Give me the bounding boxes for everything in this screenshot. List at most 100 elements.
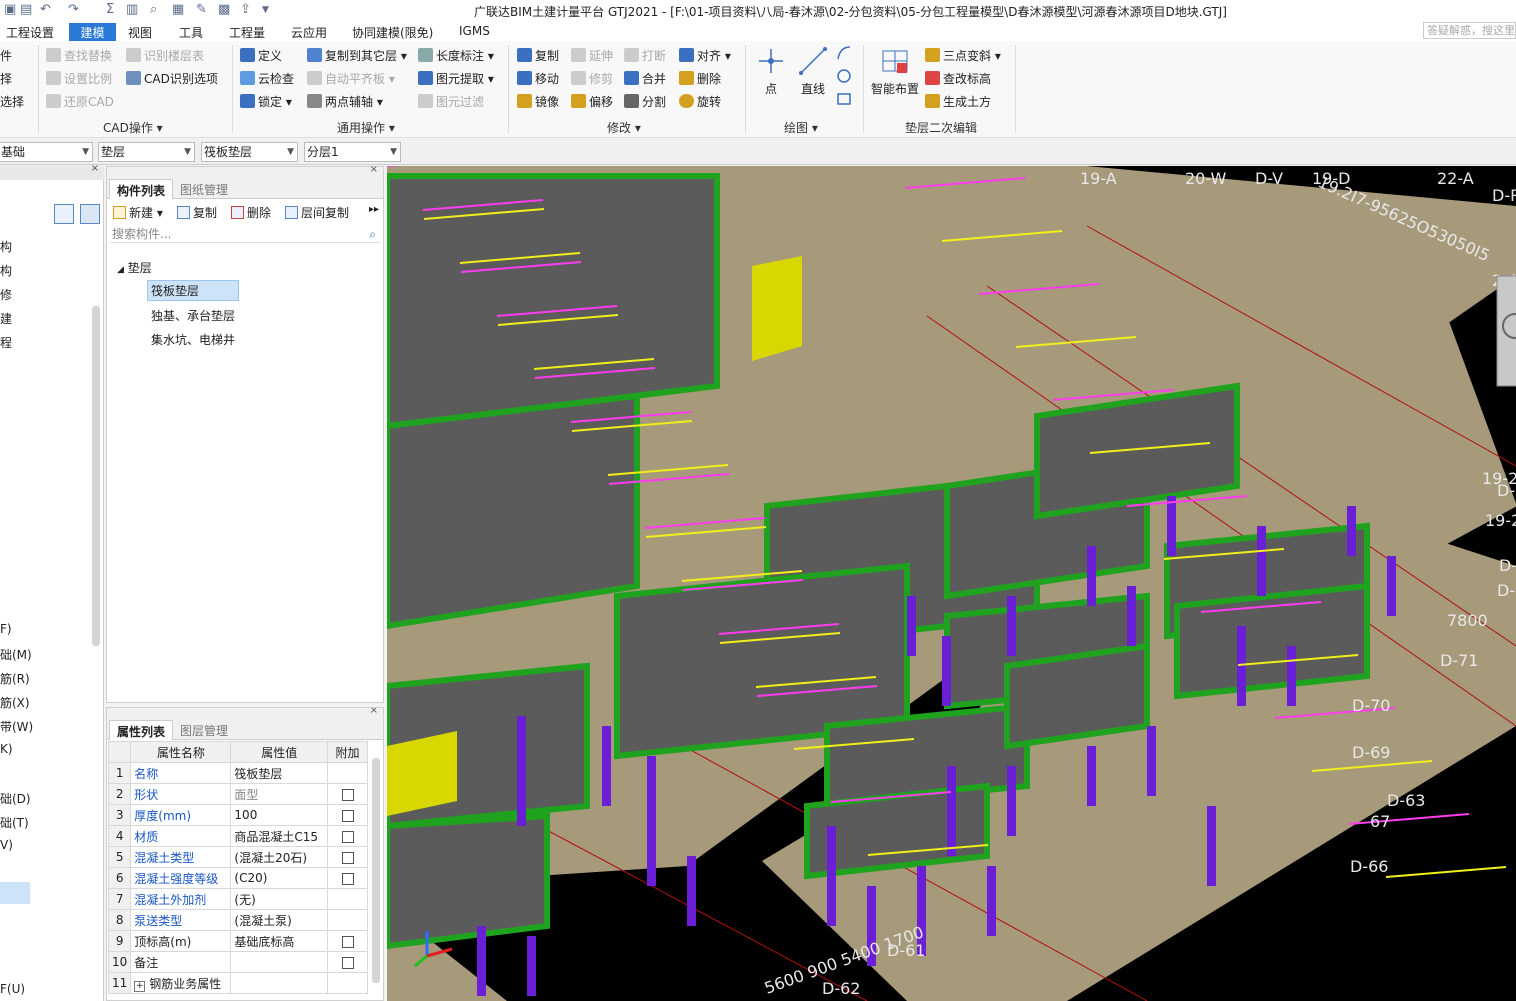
tree-item-isolated-footing-cushion[interactable]: 独基、承台垫层 [151,307,235,324]
extract-element-button[interactable]: 图元提取 ▾ [418,70,494,88]
restore-cad-button[interactable]: 还原CAD [46,93,114,111]
nav-item[interactable]: 筋(X) [0,694,30,711]
type-select[interactable]: 筏板垫层 ▼ [201,142,298,162]
offset-button[interactable]: 偏移 [571,93,613,111]
property-value[interactable] [230,951,328,973]
property-row[interactable]: 4 材质 商品混凝土C15 [107,825,368,847]
search-icon[interactable]: ⌕ [369,225,376,243]
circle-tool-button[interactable] [836,68,852,86]
nav-item[interactable]: 程 [0,334,12,351]
common-ops-group-label[interactable]: 通用操作 ▾ [337,119,395,136]
find-replace-button[interactable]: 查找替换 [46,47,112,65]
point-tool-button[interactable]: 点 [755,45,787,97]
expand-plus-icon[interactable]: + [134,980,146,992]
property-scrollbar[interactable] [372,758,380,983]
nav-item[interactable]: F) [0,622,12,636]
property-value[interactable]: (C20) [230,867,328,889]
new-component-button[interactable]: 新建 ▾ [113,204,163,221]
merge-button[interactable]: 合并 [624,70,666,88]
nav-item[interactable]: K) [0,742,13,756]
layer-select[interactable]: 分层1 ▼ [304,142,401,162]
line-tool-button[interactable]: 直线 [797,45,829,97]
nav-item-selected[interactable] [0,882,30,904]
delete-component-button[interactable]: 删除 [231,204,271,221]
define-button[interactable]: 定义 [240,47,282,65]
property-extra[interactable] [327,951,368,973]
nav-item[interactable]: 修 [0,286,12,303]
close-icon[interactable]: × [370,164,378,175]
3d-scene[interactable]: 19-A20-WD-V19-D22-AD-R19-2D-719-2D-D-778… [387,166,1516,1001]
menu-modeling[interactable]: 建模 [69,23,116,41]
nav-item[interactable]: 础(D) [0,790,31,807]
nav-item[interactable]: 构 [0,238,12,255]
nav-item[interactable]: 筋(R) [0,670,30,687]
property-value[interactable]: (混凝土泵) [230,909,328,931]
attach-checkbox[interactable] [341,935,354,948]
menu-project-settings[interactable]: 工程设置 [0,23,60,41]
align-button[interactable]: 对齐 ▾ [679,47,731,65]
split-button[interactable]: 分割 [624,93,666,111]
tab-drawing-management[interactable]: 图纸管理 [173,179,235,199]
lock-button[interactable]: 锁定 ▾ [240,93,292,111]
recognize-floor-table-button[interactable]: 识别楼层表 [126,47,204,65]
ribbon-partial-2[interactable]: 择 [0,70,12,88]
nav-item[interactable]: 建 [0,310,12,327]
move-button[interactable]: 移动 [517,70,559,88]
nav-item[interactable]: 础(M) [0,646,32,663]
property-row[interactable]: 10 备注 [107,951,368,973]
tree-root-cushion[interactable]: ◢ 垫层 [117,259,152,276]
property-row[interactable]: 11 + 钢筋业务属性 [107,972,368,994]
undo-icon[interactable]: ↶ [40,2,51,17]
property-row[interactable]: 1 名称 筏板垫层 [107,762,368,784]
smart-layout-button[interactable]: 智能布置 [870,45,920,97]
3d-model-viewport[interactable]: 19-A20-WD-V19-D22-AD-R19-2D-719-2D-D-778… [387,166,1516,1001]
close-icon[interactable]: × [91,163,99,174]
property-row[interactable]: 6 混凝土强度等级 (C20) [107,867,368,889]
copy-between-floors-button[interactable]: 层间复制 [285,204,349,221]
nav-item[interactable]: 础(T) [0,814,29,831]
extend-button[interactable]: 延伸 [571,47,613,65]
export-icon[interactable]: ⇪ [240,2,251,17]
rect-tool-button[interactable] [836,91,852,109]
property-value[interactable]: 商品混凝土C15 [230,825,328,847]
property-extra[interactable] [327,783,368,805]
cloud-check-button[interactable]: 云检查 [240,70,294,88]
redo-icon[interactable]: ↷ [68,2,79,17]
more-icon[interactable]: ▸▸ [369,204,379,215]
property-extra[interactable] [327,804,368,826]
quick-access-dropdown-icon[interactable]: ▼ [262,5,269,15]
menu-quantities[interactable]: 工程量 [223,23,271,41]
component-search-input[interactable]: 搜索构件... ⌕ [110,225,380,243]
property-row[interactable]: 7 混凝土外加剂 (无) [107,888,368,910]
nav-item[interactable]: V) [0,838,13,852]
check-elevation-button[interactable]: 查改标高 [925,70,991,88]
property-row[interactable]: 9 顶标高(m) 基础底标高 [107,930,368,952]
property-extra[interactable] [327,930,368,952]
card-view-icon[interactable] [80,204,100,224]
collapse-triangle-icon[interactable]: ◢ [117,265,124,275]
property-value[interactable]: 筏板垫层 [230,762,328,784]
modify-group-label[interactable]: 修改 ▾ [607,119,641,136]
tab-property-list[interactable]: 属性列表 [109,720,174,740]
property-value[interactable]: 基础底标高 [230,930,328,952]
attach-checkbox[interactable] [341,956,354,969]
three-point-slope-button[interactable]: 三点变斜 ▾ [925,47,1001,65]
mirror-button[interactable]: 镜像 [517,93,559,111]
pen-icon[interactable]: ✎ [196,2,207,17]
property-row[interactable]: 5 混凝土类型 (混凝土20石) [107,846,368,868]
ribbon-partial-3[interactable]: 选择 [0,93,24,111]
nav-item[interactable]: 带(W) [0,718,33,735]
break-button[interactable]: 打断 [624,47,666,65]
tab-component-list[interactable]: 构件列表 [109,179,174,199]
help-search-input[interactable]: 答疑解惑，搜这里 [1423,22,1516,39]
property-value[interactable]: (混凝土20石) [230,846,328,868]
grid-icon[interactable]: ▩ [218,2,230,17]
sum-icon[interactable]: Σ [106,2,114,17]
save-icon[interactable]: ▤ [20,2,32,17]
length-dimension-button[interactable]: 长度标注 ▾ [418,47,494,65]
menu-cloud[interactable]: 云应用 [285,23,333,41]
property-row[interactable]: 3 厚度(mm) 100 [107,804,368,826]
draw-group-label[interactable]: 绘图 ▾ [784,119,818,136]
calc-icon[interactable]: ▦ [172,2,184,17]
report-icon[interactable]: ▥ [126,2,138,17]
